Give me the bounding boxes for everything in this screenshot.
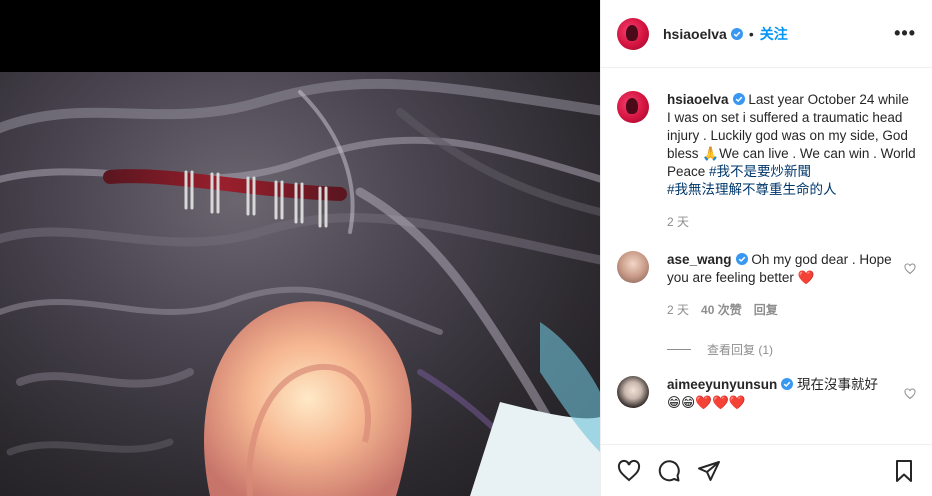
action-bar bbox=[601, 444, 932, 496]
photo-illustration bbox=[0, 78, 600, 496]
comment-item: ase_wang Oh my god dear . Hope you are f… bbox=[617, 251, 916, 319]
view-replies-button[interactable]: 查看回复 (1) bbox=[667, 341, 916, 358]
caption-avatar[interactable] bbox=[617, 91, 649, 123]
comments-list[interactable]: hsiaoelva Last year October 24 while I w… bbox=[601, 69, 932, 444]
comment-icon[interactable] bbox=[657, 459, 681, 483]
like-comment-icon[interactable] bbox=[904, 263, 916, 275]
share-icon[interactable] bbox=[697, 459, 721, 483]
post-photo[interactable] bbox=[0, 72, 600, 496]
comment-likes[interactable]: 40 次赞 bbox=[701, 301, 742, 319]
caption-time[interactable]: 2 天 bbox=[667, 213, 689, 231]
commenter-avatar[interactable] bbox=[617, 376, 649, 408]
separator-dot: • bbox=[748, 25, 754, 42]
hashtag-link[interactable]: #我不是要炒新聞 bbox=[709, 164, 811, 179]
post-media bbox=[0, 0, 600, 496]
comment-body: aimeeyunyunsun 現在沒事就好 😁😁❤️❤️❤️ bbox=[667, 376, 916, 412]
author-avatar[interactable] bbox=[617, 17, 649, 50]
comment-time[interactable]: 2 天 bbox=[667, 301, 689, 319]
heart-icon[interactable] bbox=[617, 459, 641, 483]
caption-username[interactable]: hsiaoelva bbox=[667, 92, 729, 107]
comment-meta: 2 天 40 次赞 回复 bbox=[667, 301, 916, 319]
like-comment-icon[interactable] bbox=[904, 388, 916, 400]
post-sidebar: hsiaoelva • 关注 ••• hsiaoelva Last year O… bbox=[600, 0, 932, 496]
hashtag-link[interactable]: #我無法理解不尊重生命的人 bbox=[667, 182, 837, 197]
caption-body: hsiaoelva Last year October 24 while I w… bbox=[667, 91, 916, 231]
comment-emoji: 😁😁❤️❤️❤️ bbox=[667, 395, 746, 410]
verified-icon bbox=[732, 93, 745, 105]
verified-icon bbox=[730, 27, 743, 40]
view-replies-label: 查看回复 (1) bbox=[707, 343, 774, 357]
comment-username[interactable]: aimeeyunyunsun bbox=[667, 377, 777, 392]
comment-body: ase_wang Oh my god dear . Hope you are f… bbox=[667, 251, 916, 319]
reply-button[interactable]: 回复 bbox=[754, 301, 778, 319]
commenter-avatar[interactable] bbox=[617, 251, 649, 283]
comment-item: aimeeyunyunsun 現在沒事就好 😁😁❤️❤️❤️ bbox=[617, 376, 916, 412]
comment-username[interactable]: ase_wang bbox=[667, 252, 732, 267]
more-icon[interactable]: ••• bbox=[894, 23, 916, 44]
caption-meta: 2 天 bbox=[667, 213, 916, 231]
replies-line bbox=[667, 349, 691, 350]
caption: hsiaoelva Last year October 24 while I w… bbox=[617, 91, 916, 231]
comment-text: 現在沒事就好 bbox=[797, 377, 879, 392]
verified-icon bbox=[735, 253, 748, 265]
author-username[interactable]: hsiaoelva bbox=[663, 26, 727, 42]
save-icon[interactable] bbox=[892, 459, 916, 483]
verified-icon bbox=[781, 378, 794, 390]
follow-button[interactable]: 关注 bbox=[760, 24, 788, 44]
post-header: hsiaoelva • 关注 ••• bbox=[601, 0, 932, 68]
